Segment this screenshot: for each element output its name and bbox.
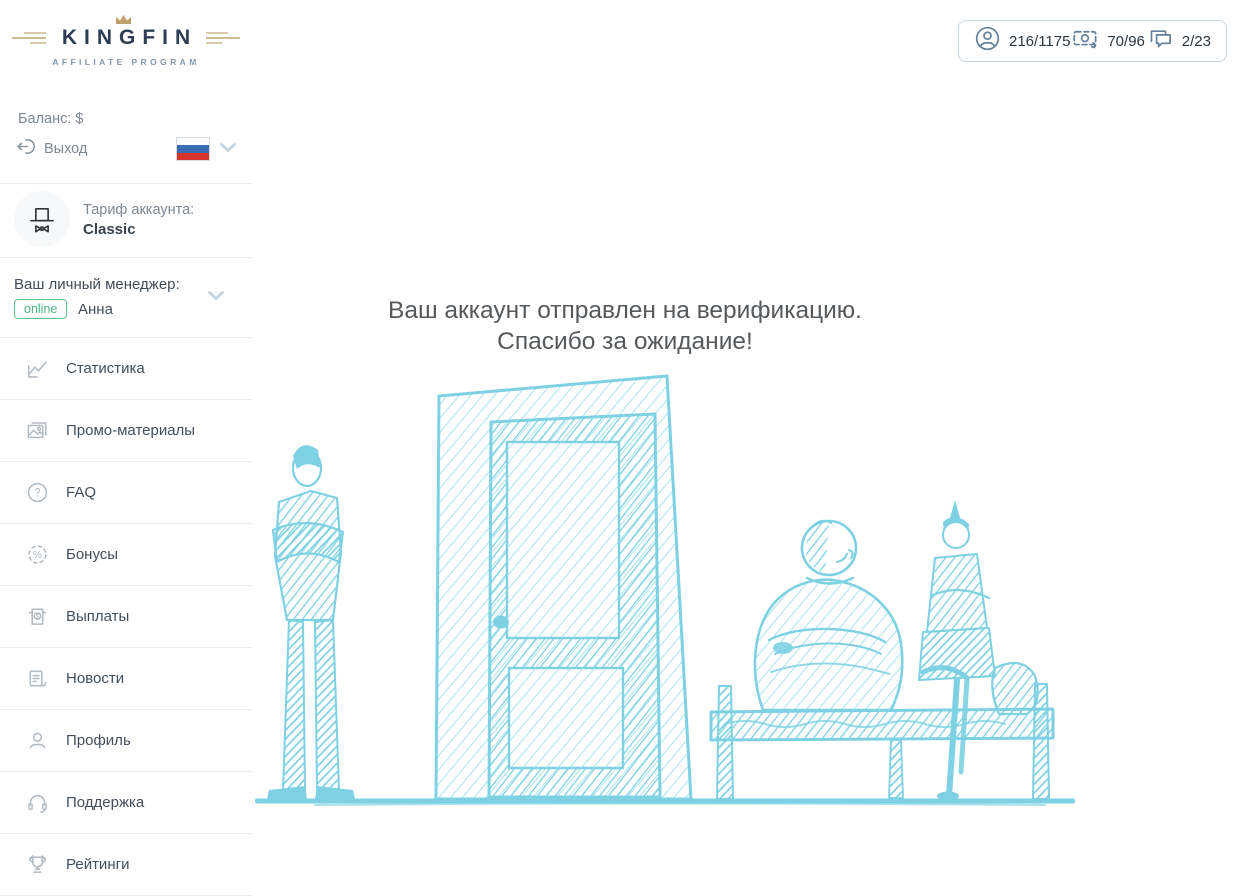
chevron-down-icon: [220, 140, 236, 158]
chat-icon: [1147, 25, 1174, 57]
image-icon: [25, 419, 49, 443]
sidebar-item-news[interactable]: Новости: [0, 648, 252, 710]
stat-messages[interactable]: 2/23: [1147, 25, 1211, 57]
sidebar-item-promo[interactable]: Промо-материалы: [0, 400, 252, 462]
sidebar-item-label: Новости: [66, 670, 125, 687]
sidebar-item-label: Выплаты: [66, 608, 130, 625]
sidebar-item-payouts[interactable]: $ Выплаты: [0, 586, 252, 648]
app: KINGFIN AFFILIATE PROGRAM Баланс: $ Выхо…: [0, 0, 1246, 896]
sidebar-item-bonuses[interactable]: % Бонусы: [0, 524, 252, 586]
svg-text:$: $: [35, 613, 39, 620]
user-circle-icon: [974, 25, 1001, 57]
sidebar-item-label: Бонусы: [66, 546, 119, 563]
stat-value: 70/96: [1107, 32, 1145, 50]
stat-value: 2/23: [1181, 32, 1211, 50]
logout-icon: [16, 136, 37, 162]
sidebar: KINGFIN AFFILIATE PROGRAM Баланс: $ Выхо…: [0, 0, 252, 896]
svg-text:?: ?: [34, 488, 40, 500]
sidebar-item-label: Рейтинги: [66, 856, 130, 873]
divider: [0, 183, 252, 184]
divider: [0, 257, 252, 258]
sidebar-item-support[interactable]: Поддержка: [0, 772, 252, 834]
logo[interactable]: KINGFIN AFFILIATE PROGRAM: [0, 14, 252, 67]
sidebar-item-label: Статистика: [66, 360, 145, 377]
sidebar-item-profile[interactable]: Профиль: [0, 710, 252, 772]
chart-icon: [25, 357, 49, 381]
tariff-section: Тариф аккаунта: Classic: [14, 191, 194, 247]
tophat-bowtie-icon: [14, 191, 70, 247]
svg-text:%: %: [33, 550, 42, 561]
verification-message: Ваш аккаунт отправлен на верификацию. Сп…: [252, 295, 998, 357]
logout-button[interactable]: Выход: [16, 136, 87, 162]
headset-icon: [25, 791, 49, 815]
verification-message-line1: Ваш аккаунт отправлен на верификацию.: [388, 297, 862, 324]
waiting-room-sketch: [254, 372, 1076, 816]
cash-out-icon: $: [25, 605, 49, 629]
sidebar-item-label: Поддержка: [66, 794, 145, 811]
sidebar-menu: Статистика Промо-материалы ? FAQ % Бонус…: [0, 337, 252, 896]
stat-referrals[interactable]: 216/1175: [974, 25, 1070, 57]
sidebar-item-statistics[interactable]: Статистика: [0, 338, 252, 400]
logo-subtitle: AFFILIATE PROGRAM: [52, 57, 200, 67]
logo-flourish-left: [11, 32, 46, 44]
sidebar-item-label: Профиль: [66, 732, 131, 749]
manager-name: Анна: [78, 301, 113, 318]
stat-value: 216/1175: [1009, 32, 1071, 50]
cash-icon: [1072, 25, 1099, 57]
tariff-label: Тариф аккаунта:: [83, 202, 195, 218]
manager-label: Ваш личный менеджер:: [14, 276, 180, 293]
manager-section[interactable]: Ваш личный менеджер: online Анна: [0, 262, 252, 337]
question-icon: ?: [25, 481, 49, 505]
crown-icon: [114, 12, 133, 30]
stat-payments[interactable]: 70/96: [1072, 25, 1145, 57]
trophy-icon: [25, 853, 49, 877]
sidebar-item-ratings[interactable]: Рейтинги: [0, 834, 252, 896]
person-icon: [25, 729, 49, 753]
percent-badge-icon: %: [25, 543, 49, 567]
logo-flourish-right: [206, 32, 241, 44]
manager-status-badge: online: [14, 299, 68, 319]
header-stats-box: 216/1175 70/96 2/23: [958, 20, 1227, 62]
news-icon: [25, 667, 49, 691]
verification-message-line2: Спасибо за ожидание!: [497, 328, 753, 355]
sidebar-item-faq[interactable]: ? FAQ: [0, 462, 252, 524]
language-selector[interactable]: [176, 137, 236, 161]
russia-flag-icon: [176, 137, 210, 161]
chevron-down-icon: [208, 288, 224, 306]
sidebar-item-label: Промо-материалы: [66, 422, 196, 439]
sidebar-item-label: FAQ: [66, 484, 97, 501]
logout-label: Выход: [44, 141, 88, 157]
balance-label: Баланс: $: [18, 111, 84, 127]
tariff-value: Classic: [83, 221, 136, 238]
